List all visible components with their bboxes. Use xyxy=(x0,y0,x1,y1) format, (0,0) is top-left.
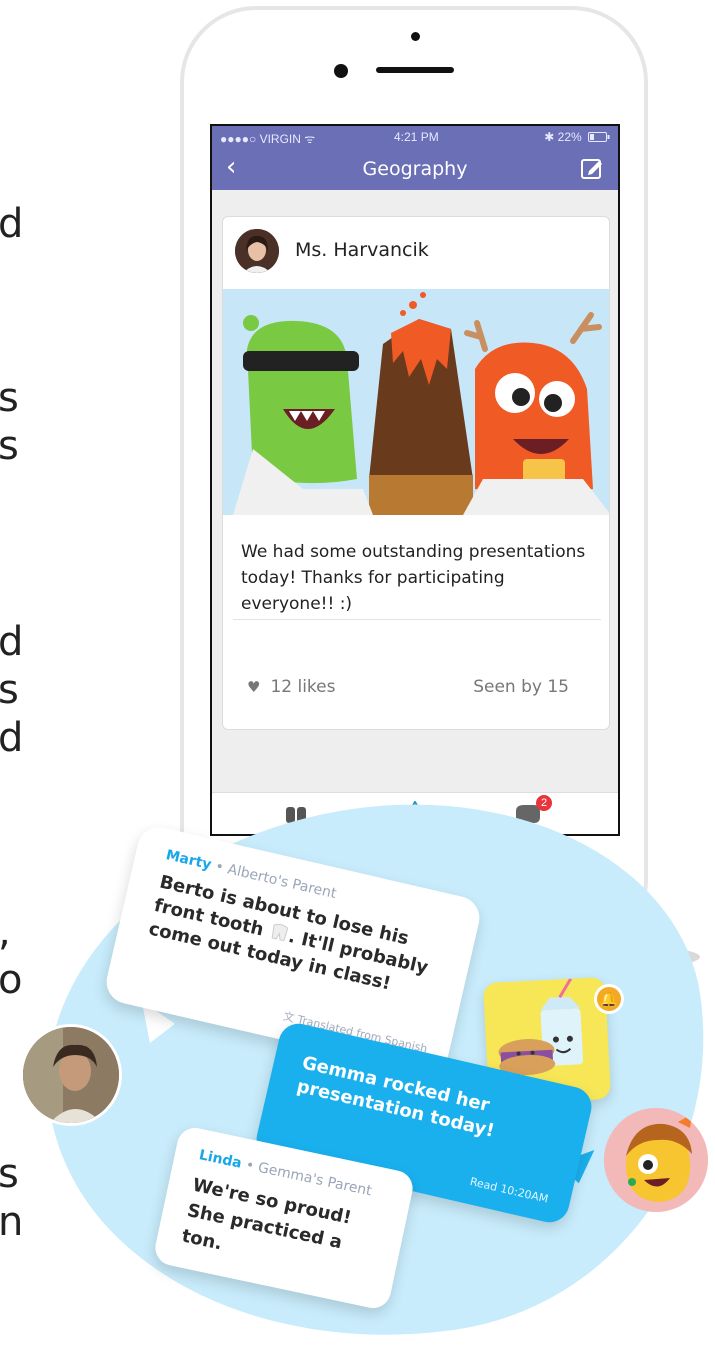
edge-fragment: s xyxy=(0,423,19,469)
edge-fragment: n xyxy=(0,1199,24,1245)
notification-bell-icon[interactable]: 🔔 xyxy=(594,984,624,1014)
edge-fragment: s xyxy=(0,667,19,713)
edge-fragment: d xyxy=(0,201,24,247)
page-title: Geography xyxy=(362,158,468,180)
monster-avatar-icon xyxy=(604,1108,708,1212)
like-button[interactable]: ♥ 12 likes xyxy=(247,677,336,697)
edge-fragment: d xyxy=(0,619,24,665)
battery-icon xyxy=(588,132,610,142)
edge-fragment: d xyxy=(0,715,24,761)
phone-screen: ●●●●○ VIRGIN ᯤ 4:21 PM ✱ 22% ‹ Geography xyxy=(210,124,620,836)
phone-sensor xyxy=(411,32,420,41)
heart-icon: ♥ xyxy=(247,678,261,696)
post-body: We had some outstanding presentations to… xyxy=(241,542,586,614)
student-avatar[interactable] xyxy=(604,1108,708,1212)
read-receipt: Read 10:20AM xyxy=(468,1175,550,1206)
parent-avatar[interactable] xyxy=(20,1024,122,1126)
battery-label: ✱ 22% xyxy=(544,130,582,144)
author-name[interactable]: Ms. Harvancik xyxy=(295,239,429,261)
seen-by-count[interactable]: Seen by 15 xyxy=(473,677,569,697)
translate-icon: 文 xyxy=(281,1009,296,1025)
compose-icon[interactable] xyxy=(580,156,604,180)
edge-fragment: o xyxy=(0,957,23,1003)
post-image[interactable] xyxy=(223,289,609,515)
nav-bar: ‹ Geography xyxy=(212,148,618,190)
teacher-photo-icon xyxy=(235,229,279,273)
battery-indicator: ✱ 22% xyxy=(544,130,610,144)
sender-name: Marty xyxy=(164,847,213,874)
likes-count: 12 likes xyxy=(270,677,336,697)
post-card[interactable]: Ms. Harvancik We had some outstanding pr… xyxy=(222,216,610,730)
status-bar: ●●●●○ VIRGIN ᯤ 4:21 PM ✱ 22% xyxy=(212,126,618,148)
phone-camera xyxy=(334,64,348,78)
clock: 4:21 PM xyxy=(394,130,439,144)
edge-fragment: s xyxy=(0,1151,19,1197)
post-divider xyxy=(233,619,601,620)
phone-speaker xyxy=(376,67,454,73)
monsters-illustration-icon xyxy=(223,289,609,515)
edge-fragment: , xyxy=(0,908,11,956)
carrier-label: ●●●●○ VIRGIN ᯤ xyxy=(220,132,316,146)
edge-fragment: s xyxy=(0,375,19,421)
sender-name: Linda xyxy=(197,1147,244,1172)
message-badge: 2 xyxy=(536,795,552,811)
author-avatar[interactable] xyxy=(235,229,279,273)
